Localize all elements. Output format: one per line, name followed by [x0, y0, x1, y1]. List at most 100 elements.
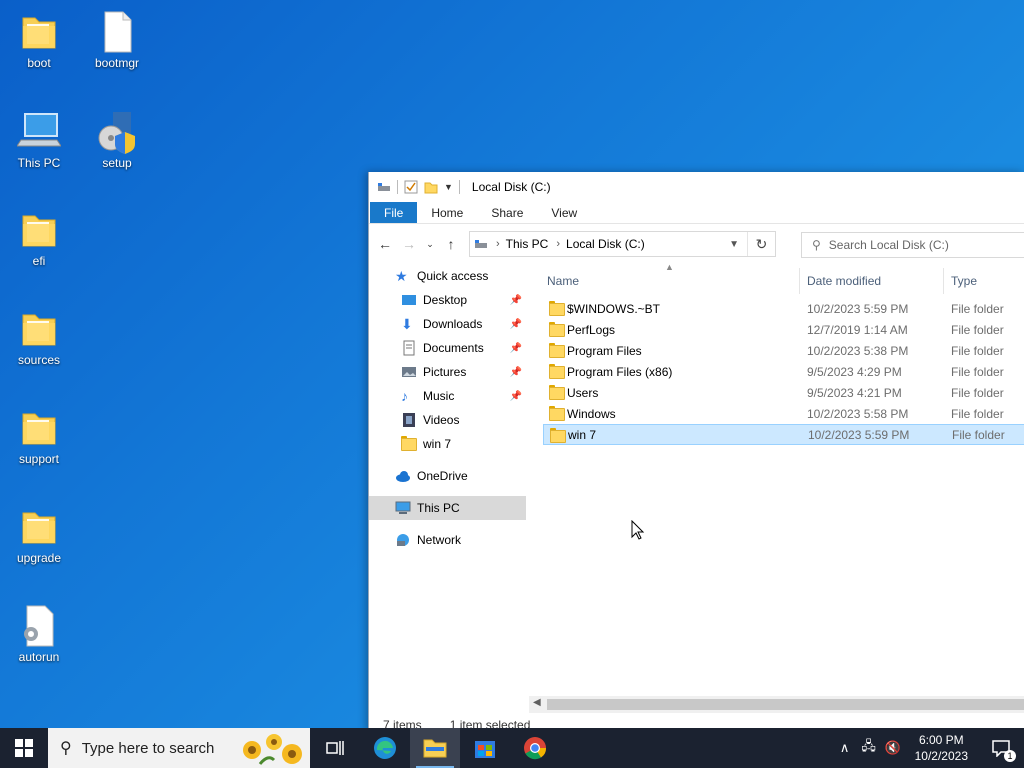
title-bar[interactable]: ▼ Local Disk (C:) [369, 172, 1024, 202]
customize-qat-icon[interactable]: ▼ [444, 182, 453, 192]
table-row[interactable]: $WINDOWS.~BT 10/2/2023 5:59 PM File fold… [543, 298, 1024, 319]
folder-icon [22, 215, 56, 247]
column-divider[interactable] [943, 268, 944, 294]
nav-videos[interactable]: Videos [369, 408, 526, 432]
file-name: PerfLogs [567, 322, 616, 337]
desktop-icon-setup[interactable]: setup [82, 110, 152, 170]
tab-home[interactable]: Home [417, 202, 477, 223]
nav-downloads[interactable]: ⬇ Downloads 📌 [369, 312, 526, 336]
edge-icon [374, 737, 396, 759]
file-type: File folder [952, 427, 1005, 442]
settings-file-icon [24, 605, 54, 647]
taskbar-search-box[interactable]: ⚲ Type here to search [48, 728, 310, 768]
table-row[interactable]: Program Files (x86) 9/5/2023 4:29 PM Fil… [543, 361, 1024, 382]
search-placeholder: Search Local Disk (C:) [828, 238, 949, 252]
table-row-selected[interactable]: win 7 10/2/2023 5:59 PM File folder [543, 424, 1024, 445]
properties-icon[interactable] [404, 180, 418, 194]
nav-documents[interactable]: Documents 📌 [369, 336, 526, 360]
volume-muted-icon[interactable]: 🔇 [881, 740, 905, 756]
nav-desktop[interactable]: Desktop 📌 [369, 288, 526, 312]
nav-this-pc[interactable]: This PC [369, 496, 526, 520]
file-explorer-window[interactable]: ▼ Local Disk (C:) File Home Share View ←… [368, 172, 1024, 732]
search-box[interactable]: ⚲ Search Local Disk (C:) [801, 232, 1024, 258]
desktop-icon-boot[interactable]: boot [4, 10, 74, 70]
nav-pictures[interactable]: Pictures 📌 [369, 360, 526, 384]
network-status-icon[interactable]: 🖧 [857, 737, 881, 759]
scrollbar-thumb[interactable] [547, 699, 1024, 710]
clock[interactable]: 6:00 PM 10/2/2023 [915, 732, 968, 764]
new-folder-icon[interactable] [424, 180, 438, 194]
desktop-icon-sources[interactable]: sources [4, 307, 74, 367]
clock-date: 10/2/2023 [914, 749, 968, 763]
desktop-icon-label: efi [32, 254, 46, 268]
desktop-icon-efi[interactable]: efi [4, 208, 74, 268]
desktop-icon-upgrade[interactable]: upgrade [4, 505, 74, 565]
pin-icon[interactable]: 📌 [510, 343, 522, 354]
tab-view[interactable]: View [537, 202, 591, 223]
address-bar[interactable]: › This PC › Local Disk (C:) ▼ ↻ [469, 231, 776, 257]
start-button[interactable] [0, 728, 48, 768]
table-row[interactable]: Windows 10/2/2023 5:58 PM File folder [543, 403, 1024, 424]
chevron-down-icon[interactable]: ▼ [729, 239, 739, 250]
file-type: File folder [951, 322, 1004, 337]
desktop-icon-label: This PC [17, 156, 61, 170]
folder-icon [401, 436, 417, 452]
desktop-icon-this-pc[interactable]: This PC [4, 110, 74, 170]
taskbar-edge[interactable] [360, 728, 410, 768]
show-hidden-icons-icon[interactable]: ∧ [833, 740, 857, 756]
forward-arrow-icon[interactable]: → [399, 232, 419, 256]
desktop-icon-label: autorun [18, 650, 60, 664]
nav-network[interactable]: Network [369, 528, 526, 552]
column-type[interactable]: Type [951, 274, 977, 288]
taskbar-chrome[interactable] [510, 728, 560, 768]
folder-icon [22, 314, 56, 346]
action-center-button[interactable]: 1 [978, 728, 1024, 768]
drive-icon [475, 240, 487, 248]
divider [458, 180, 460, 194]
recent-locations-icon[interactable]: ⌄ [423, 232, 437, 256]
column-date-modified[interactable]: Date modified [807, 274, 881, 288]
taskbar-file-explorer[interactable] [410, 728, 460, 768]
folder-icon [22, 413, 56, 445]
nav-onedrive[interactable]: OneDrive [369, 464, 526, 488]
taskbar-store[interactable] [460, 728, 510, 768]
file-explorer-icon [423, 739, 447, 758]
desktop-icon-label: boot [27, 56, 51, 70]
task-view-button[interactable] [310, 728, 360, 768]
table-row[interactable]: PerfLogs 12/7/2019 1:14 AM File folder [543, 319, 1024, 340]
column-name[interactable]: Name [547, 274, 579, 288]
nav-label: Documents [423, 341, 484, 355]
pin-icon[interactable]: 📌 [510, 391, 522, 402]
file-date: 10/2/2023 5:59 PM [808, 427, 910, 442]
up-arrow-icon[interactable]: ↑ [441, 232, 461, 256]
nav-win7[interactable]: win 7 [369, 432, 526, 456]
refresh-icon[interactable]: ↻ [747, 232, 775, 256]
desktop-icon-support[interactable]: support [4, 406, 74, 466]
pin-icon[interactable]: 📌 [510, 319, 522, 330]
tab-share[interactable]: Share [477, 202, 537, 223]
pin-icon[interactable]: 📌 [510, 295, 522, 306]
chevron-right-icon[interactable]: › [556, 238, 560, 250]
pin-icon[interactable]: 📌 [510, 367, 522, 378]
tab-file[interactable]: File [370, 202, 418, 223]
windows-logo-icon [15, 739, 33, 757]
taskbar: ⚲ Type here to search ∧ 🖧 🔇 6:00 PM 10/2… [0, 728, 1024, 768]
column-divider[interactable] [799, 268, 800, 294]
table-row[interactable]: Users 9/5/2023 4:21 PM File folder [543, 382, 1024, 403]
folder-icon [549, 301, 565, 318]
horizontal-scrollbar[interactable]: ◀ [529, 696, 1024, 713]
desktop-icon-bootmgr[interactable]: bootmgr [82, 10, 152, 70]
nav-quick-access[interactable]: ★ Quick access [369, 264, 526, 288]
desktop-icon-autorun[interactable]: autorun [4, 604, 74, 664]
pictures-icon [401, 364, 417, 380]
breadcrumb-this-pc[interactable]: This PC [506, 237, 549, 251]
nav-music[interactable]: ♪ Music 📌 [369, 384, 526, 408]
column-headers: ▲ Name Date modified Type [543, 262, 1024, 298]
back-arrow-icon[interactable]: ← [375, 232, 395, 256]
file-type: File folder [951, 343, 1004, 358]
chevron-right-icon[interactable]: › [496, 238, 500, 250]
breadcrumb-local-disk[interactable]: Local Disk (C:) [566, 237, 645, 251]
notification-count: 1 [1004, 750, 1016, 762]
table-row[interactable]: Program Files 10/2/2023 5:38 PM File fol… [543, 340, 1024, 361]
scroll-left-icon[interactable]: ◀ [533, 697, 541, 708]
